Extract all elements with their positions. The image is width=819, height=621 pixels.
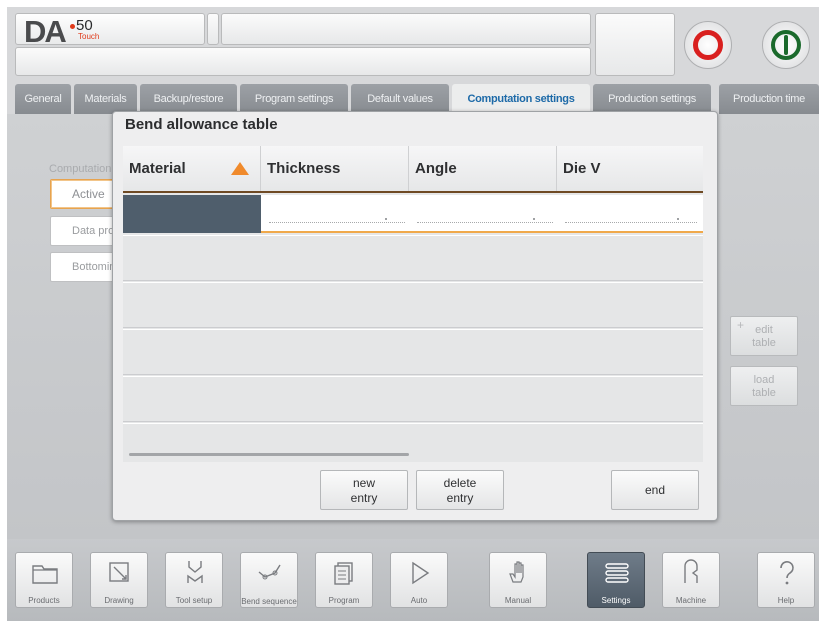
settings-panel: Computation Active Data protection Botto… xyxy=(7,111,819,539)
table-row[interactable] xyxy=(123,235,703,281)
sort-arrow-icon xyxy=(231,162,249,175)
bend-allowance-dialog: Bend allowance table Material Thickness … xyxy=(112,111,718,521)
settings-icon xyxy=(605,563,629,583)
logo-sub: Touch xyxy=(78,32,100,41)
end-label: end xyxy=(644,483,666,497)
stop-icon xyxy=(693,30,723,60)
logo-text: DA xyxy=(24,14,67,49)
delete-entry-label: delete entry xyxy=(443,476,477,505)
load-table-button[interactable]: load table xyxy=(730,366,798,406)
nav-machine-button[interactable]: Machine xyxy=(662,552,720,608)
tool-icon xyxy=(187,561,203,583)
delete-entry-button[interactable]: delete entry xyxy=(416,470,504,510)
tab-production-time[interactable]: Production time xyxy=(719,84,819,114)
new-entry-button[interactable]: new entry xyxy=(320,470,408,510)
plus-icon: + xyxy=(737,318,745,332)
dialog-title: Bend allowance table xyxy=(125,116,278,133)
nav-bend-sequence-button[interactable]: Bend sequence xyxy=(240,552,298,608)
new-entry-label: new entry xyxy=(350,476,378,505)
folder-icon xyxy=(32,565,58,584)
table-row[interactable] xyxy=(123,282,703,328)
start-button[interactable] xyxy=(762,21,810,69)
column-header-die-v[interactable]: Die V xyxy=(557,146,703,191)
nav-label: Bend sequence xyxy=(241,597,297,606)
nav-auto-button[interactable]: Auto xyxy=(390,552,448,608)
start-icon-bar xyxy=(784,35,788,55)
nav-help-button[interactable]: Help xyxy=(757,552,815,608)
table-header: Material Thickness Angle Die V xyxy=(123,146,703,193)
horizontal-scrollbar[interactable] xyxy=(129,453,409,456)
logo-dot xyxy=(70,24,75,29)
table-row[interactable] xyxy=(123,423,703,462)
nav-manual-button[interactable]: Manual xyxy=(489,552,547,608)
hand-icon xyxy=(509,561,524,583)
column-header-angle[interactable]: Angle xyxy=(409,146,557,191)
edit-table-button[interactable]: + edit table xyxy=(730,316,798,356)
help-icon xyxy=(780,561,794,585)
bend-sequence-icon xyxy=(258,564,281,580)
bottom-nav: Products Drawing Tool setup Bend sequenc… xyxy=(7,539,819,621)
tab-bar: General Materials Backup/restore Program… xyxy=(7,84,819,114)
header-field-3 xyxy=(595,13,675,76)
die-v-field[interactable] xyxy=(565,218,697,223)
screen: DA 50 Touch General Materials Backup/res… xyxy=(7,7,819,621)
tab-default-values[interactable]: Default values xyxy=(351,84,449,114)
tab-computation-settings[interactable]: Computation settings xyxy=(452,84,590,114)
status-field xyxy=(221,13,789,45)
angle-field[interactable] xyxy=(417,218,553,223)
thickness-field[interactable] xyxy=(269,218,405,223)
tab-production-settings[interactable]: Production settings xyxy=(593,84,711,114)
nav-label: Products xyxy=(28,596,60,605)
table-row-edit[interactable] xyxy=(123,195,703,233)
section-label: Computation xyxy=(49,163,112,175)
table-row[interactable] xyxy=(123,376,703,422)
end-button[interactable]: end xyxy=(611,470,699,510)
play-icon xyxy=(412,561,430,585)
nav-products-button[interactable]: Products xyxy=(15,552,73,608)
nav-label: Machine xyxy=(675,596,707,605)
nav-program-button[interactable]: Program xyxy=(315,552,373,608)
column-header-thickness[interactable]: Thickness xyxy=(261,146,409,191)
logo: DA 50 Touch xyxy=(15,13,205,49)
nav-label: Drawing xyxy=(104,596,134,605)
tab-materials[interactable]: Materials xyxy=(74,84,137,114)
header-field-2 xyxy=(15,47,591,76)
nav-label: Tool setup xyxy=(175,596,213,605)
nav-tool-setup-button[interactable]: Tool setup xyxy=(165,552,223,608)
nav-label: Settings xyxy=(601,596,631,605)
pencil-icon xyxy=(109,562,129,582)
nav-settings-button[interactable]: Settings xyxy=(587,552,645,608)
bend-allowance-table: Material Thickness Angle Die V xyxy=(123,146,703,462)
program-icon xyxy=(334,562,353,585)
table-row[interactable] xyxy=(123,329,703,375)
header-field-1 xyxy=(207,13,219,45)
tab-program-settings[interactable]: Program settings xyxy=(240,84,348,114)
nav-label: Help xyxy=(777,596,795,605)
tab-general[interactable]: General xyxy=(15,84,71,114)
load-table-label: load table xyxy=(752,374,776,399)
material-cell[interactable] xyxy=(123,195,261,233)
nav-label: Program xyxy=(328,596,360,605)
machine-icon xyxy=(684,559,698,583)
nav-drawing-button[interactable]: Drawing xyxy=(90,552,148,608)
tab-backup-restore[interactable]: Backup/restore xyxy=(140,84,237,114)
stop-button[interactable] xyxy=(684,21,732,69)
nav-label: Auto xyxy=(410,596,428,605)
nav-label: Manual xyxy=(504,596,532,605)
edit-table-label: edit table xyxy=(752,324,776,349)
